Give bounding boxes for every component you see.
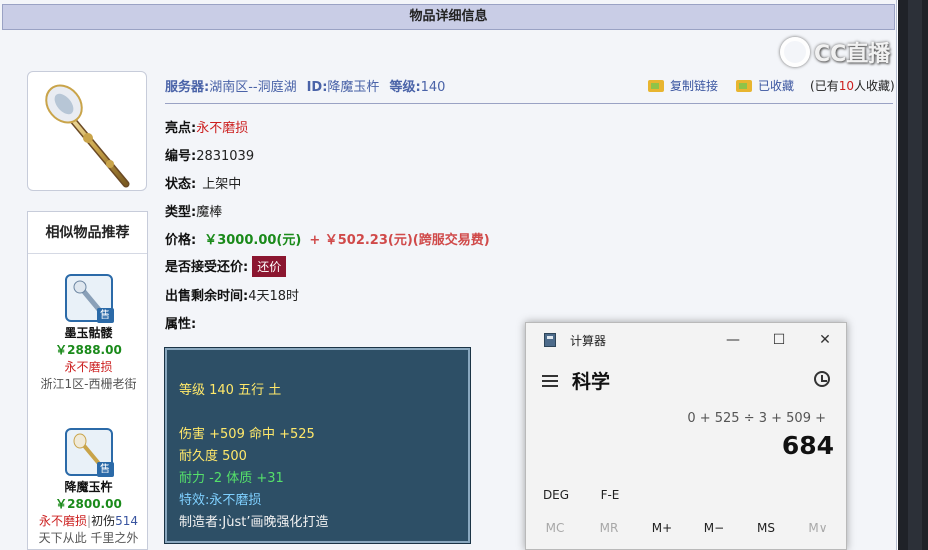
- calculator-app-icon: [544, 333, 556, 347]
- attributes-box: 等级 140 五行 土 伤害 +509 命中 +525 耐久度 500 耐力 -…: [164, 347, 471, 544]
- panel-title: 物品详细信息: [2, 4, 895, 30]
- minimize-button[interactable]: —: [710, 323, 756, 357]
- sold-badge: 售: [96, 308, 114, 323]
- memory-add-button[interactable]: M+: [636, 521, 688, 535]
- fav-count: 10: [838, 79, 854, 93]
- favorite-icon: [736, 79, 753, 92]
- counter-offer-button[interactable]: 还价: [252, 256, 287, 277]
- calculator-options-row: DEG F-E: [526, 488, 846, 502]
- level-label: 等级:: [389, 80, 421, 95]
- time-left-label: 出售剩余时间:: [165, 289, 249, 304]
- highlight-label: 亮点:: [165, 121, 197, 136]
- memory-list-button[interactable]: M∨: [792, 521, 844, 535]
- server-value: 湖南区--洞庭湖: [209, 80, 297, 95]
- similar-item-price: ￥2888.00: [55, 343, 122, 357]
- memory-store-button[interactable]: MS: [740, 521, 792, 535]
- attr-line: 制造者:Jùst’画晚强化打造: [179, 515, 329, 530]
- similar-item-name[interactable]: 墨玉骷髅: [28, 324, 149, 341]
- similar-item-location: 天下从此 千里之外: [38, 531, 139, 545]
- calculator-mode-title: 科学: [572, 371, 611, 393]
- maximize-button[interactable]: ☐: [756, 323, 802, 357]
- attr-line: 伤害 +509 命中 +525: [179, 427, 315, 442]
- fe-button[interactable]: F-E: [580, 488, 640, 502]
- similar-item-tag2-value: 514: [115, 514, 138, 528]
- similar-items-panel: 相似物品推荐 售 墨玉骷髅 ￥2888.00 永不磨损 浙江1区-西栅老街 售: [27, 211, 148, 550]
- similar-item-tag2: 初伤: [91, 514, 116, 528]
- level-value: 140: [420, 80, 446, 95]
- background-strip: [898, 0, 928, 550]
- divider: [165, 103, 893, 104]
- calculator-window[interactable]: 计算器 — ☐ ✕ 科学 0 + 525 ÷ 3 + 509 + 684 DEG…: [525, 322, 847, 550]
- number-label: 编号:: [165, 149, 197, 164]
- scepter-icon: [45, 84, 130, 188]
- similar-item-name[interactable]: 降魔玉杵: [28, 478, 149, 495]
- number-value: 2831039: [196, 149, 255, 164]
- similar-item-tag: 永不磨损: [64, 360, 113, 374]
- counter-offer-label: 是否接受还价:: [165, 260, 249, 275]
- calculator-title: 计算器: [570, 333, 607, 348]
- number-row: 编号:2831039: [165, 145, 254, 164]
- similar-item-location: 浙江1区-西栅老街: [40, 377, 137, 391]
- type-label: 类型:: [165, 205, 197, 220]
- favorite-count-text: (已有10人收藏): [810, 77, 895, 94]
- similar-item[interactable]: 售 降魔玉杵 ￥2800.00 永不磨损|初伤514 天下从此 千里之外: [28, 428, 149, 546]
- memory-row: MC MR M+ M− MS M∨: [526, 521, 846, 535]
- calculator-expression: 0 + 525 ÷ 3 + 509 +: [687, 411, 826, 426]
- item-summary-row: 服务器:湖南区--洞庭湖 ID:降魔玉杵 等级:140: [165, 76, 445, 96]
- attributes-row: 属性:: [165, 313, 196, 332]
- item-actions: 复制链接 已收藏 (已有10人收藏): [648, 77, 895, 94]
- item-image: [27, 71, 147, 191]
- memory-clear-button[interactable]: MC: [528, 521, 582, 535]
- time-left-value: 4天18时: [248, 289, 300, 304]
- status-row: 状态: 上架中: [165, 173, 241, 192]
- price-value: ￥3000.00(元): [204, 233, 302, 248]
- calculator-titlebar[interactable]: 计算器 — ☐ ✕: [526, 323, 846, 357]
- status-label: 状态:: [165, 177, 197, 192]
- sold-badge: 售: [96, 462, 114, 477]
- copy-link-button[interactable]: 复制链接: [670, 77, 718, 94]
- price-row: 价格: ￥3000.00(元) + ￥502.23(元)(跨服交易费): [165, 229, 490, 248]
- memory-subtract-button[interactable]: M−: [688, 521, 740, 535]
- calculator-result: 684: [781, 431, 834, 460]
- cc-logo-icon: [780, 37, 810, 67]
- price-label: 价格:: [165, 233, 197, 248]
- memory-recall-button[interactable]: MR: [582, 521, 636, 535]
- similar-item-tag: 永不磨损: [39, 514, 88, 528]
- counter-offer-row: 是否接受还价: 还价: [165, 256, 287, 277]
- type-row: 类型:魔棒: [165, 201, 222, 220]
- similar-item-tags: 永不磨损|初伤514: [39, 514, 138, 528]
- calculator-mode-bar: 科学: [542, 367, 610, 394]
- favorited-button[interactable]: 已收藏: [758, 77, 794, 94]
- cc-watermark: CC直播: [780, 34, 928, 70]
- similar-item[interactable]: 售 墨玉骷髅 ￥2888.00 永不磨损 浙江1区-西栅老街: [28, 274, 149, 392]
- server-label: 服务器:: [165, 80, 210, 95]
- highlight-value: 永不磨损: [196, 121, 249, 136]
- attr-line: 耐力 -2 体质 +31: [179, 471, 284, 486]
- similar-items-title: 相似物品推荐: [28, 212, 147, 254]
- attributes-label: 属性:: [165, 317, 197, 332]
- close-button[interactable]: ✕: [802, 323, 848, 357]
- fav-suffix: 人收藏): [854, 79, 895, 93]
- menu-icon[interactable]: [542, 374, 558, 387]
- angle-unit-button[interactable]: DEG: [532, 488, 580, 502]
- fav-prefix: (已有: [810, 79, 839, 93]
- history-icon[interactable]: [814, 371, 830, 387]
- time-left-row: 出售剩余时间:4天18时: [165, 285, 299, 304]
- attr-line: 耐久度 500: [179, 449, 247, 464]
- item-thumbnail[interactable]: 售: [64, 428, 114, 477]
- price-extra: + ￥502.23(元)(跨服交易费): [309, 233, 490, 248]
- attr-line: 特效:永不磨损: [179, 493, 262, 508]
- cc-watermark-text: CC直播: [814, 42, 891, 67]
- similar-item-price: ￥2800.00: [55, 497, 122, 511]
- id-label: ID:: [306, 80, 328, 95]
- id-value: 降魔玉杵: [327, 80, 380, 95]
- highlight-row: 亮点:永不磨损: [165, 117, 248, 136]
- type-value: 魔棒: [196, 205, 223, 220]
- copy-link-icon: [648, 79, 664, 92]
- status-value: 上架中: [202, 177, 242, 192]
- item-thumbnail[interactable]: 售: [64, 274, 114, 323]
- attr-line: 等级 140 五行 土: [179, 383, 282, 398]
- background-bar: [908, 0, 922, 550]
